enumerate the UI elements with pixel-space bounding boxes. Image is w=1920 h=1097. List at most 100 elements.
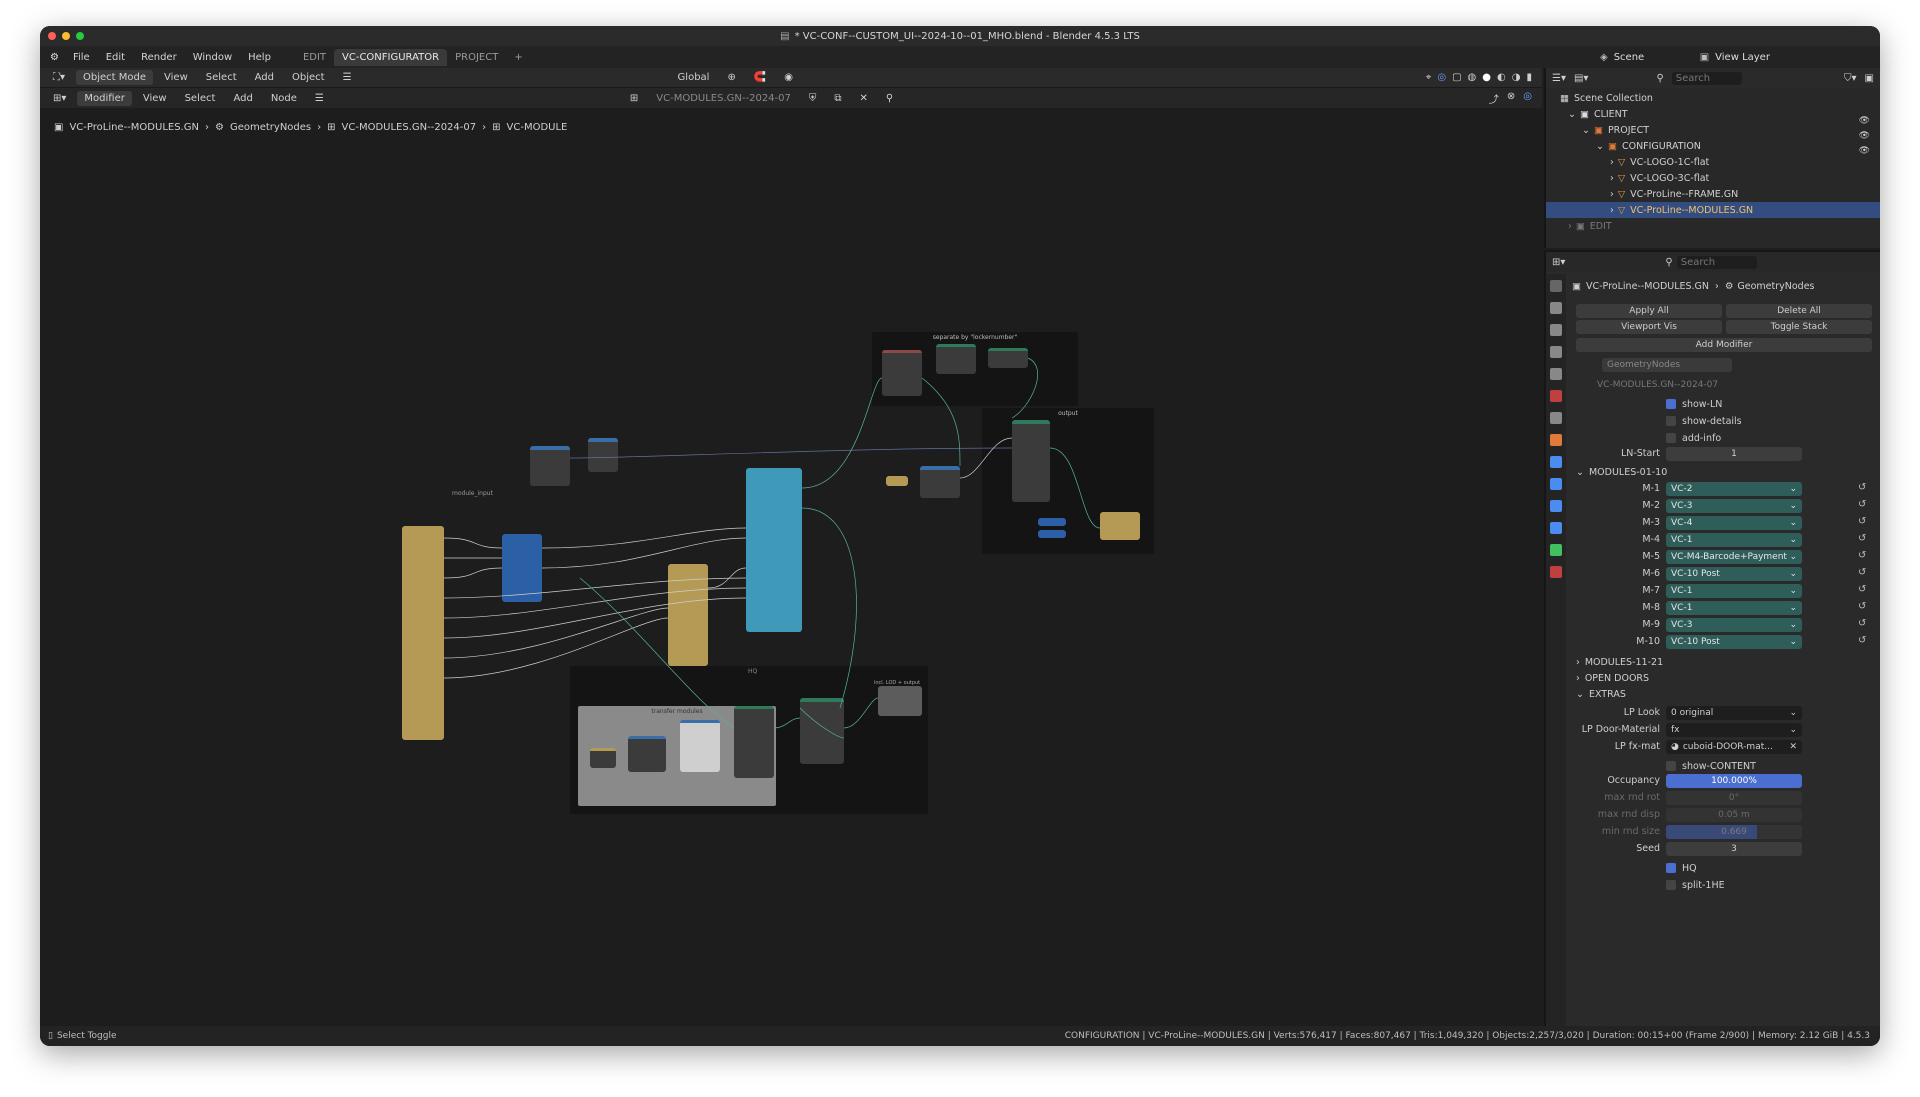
particles-tab-icon[interactable] (1550, 478, 1562, 490)
proportional-edit-icon[interactable]: ◉ (777, 70, 800, 85)
shading-material-icon[interactable]: ◐ (1497, 72, 1506, 83)
scene-selector[interactable]: Scene (1614, 52, 1684, 63)
material-tab-icon[interactable] (1550, 566, 1562, 578)
shading-render-icon[interactable]: ◑ (1512, 72, 1521, 83)
module-dropdown[interactable]: VC-10 Post ⌄ (1666, 567, 1802, 581)
outliner-item-client[interactable]: ⌄ ▣ CLIENT (1546, 106, 1880, 122)
add-modifier-button[interactable]: Add Modifier (1576, 338, 1872, 352)
checkbox-checked-icon[interactable] (1666, 863, 1676, 873)
nodegroup-icon[interactable]: ⊞ (623, 91, 645, 106)
parent-node-tree-icon[interactable]: ⤴ (1489, 91, 1499, 106)
module-dropdown[interactable]: VC-1 ⌄ (1666, 601, 1802, 615)
panel-modules-01-10[interactable]: ⌄ MODULES-01-10 (1576, 464, 1866, 480)
duplicate-icon[interactable]: ⧉ (827, 91, 848, 106)
outliner-item-frame-gn[interactable]: › ▽ VC-ProLine--FRAME.GN (1546, 186, 1880, 202)
checkbox-checked-icon[interactable] (1666, 399, 1676, 409)
visibility-eye-icon[interactable]: 👁 (1859, 146, 1870, 156)
view-layer-selector[interactable]: View Layer (1715, 52, 1770, 63)
delete-all-button[interactable]: Delete All (1726, 304, 1872, 318)
snap-icon[interactable]: 🧲 (747, 70, 773, 85)
reset-icon[interactable]: ↺ (1858, 584, 1866, 595)
display-mode-icon[interactable]: ▤▾ (1574, 73, 1588, 84)
module-dropdown[interactable]: VC-3 ⌄ (1666, 618, 1802, 632)
outliner-item-logo-1c[interactable]: › ▽ VC-LOGO-1C-flat (1546, 154, 1880, 170)
tab-edit[interactable]: EDIT (295, 49, 334, 66)
panel-extras[interactable]: ⌄ EXTRAS (1576, 686, 1866, 702)
tab-project[interactable]: PROJECT (447, 49, 506, 66)
add-info-checkbox[interactable]: add-info (1666, 430, 1866, 446)
add-workspace-button[interactable]: + (506, 49, 530, 66)
lp-fx-material-field[interactable]: ◕ cuboid-DOOR-mat... ✕ (1666, 740, 1802, 754)
checkbox-icon[interactable] (1666, 761, 1676, 771)
module-dropdown[interactable]: VC-1 ⌄ (1666, 533, 1802, 547)
reset-icon[interactable]: ↺ (1858, 499, 1866, 510)
node-editor-canvas[interactable]: ▣ VC-ProLine--MODULES.GN › ⚙ GeometryNod… (40, 108, 1542, 1034)
visibility-eye-icon[interactable]: 👁 (1859, 131, 1870, 141)
visibility-eye-icon[interactable]: 👁 (1859, 116, 1870, 126)
reset-icon[interactable]: ↺ (1858, 567, 1866, 578)
split-checkbox[interactable]: split-1HE (1666, 877, 1866, 893)
hamburger-icon[interactable]: ☰ (336, 70, 359, 85)
data-tab-icon[interactable] (1550, 544, 1562, 556)
pin-icon[interactable]: ⚲ (879, 91, 900, 106)
chevron-right-icon[interactable]: › (1576, 673, 1580, 684)
scene-icon[interactable]: ◈ (1600, 52, 1608, 63)
show-content-checkbox[interactable]: show-CONTENT (1666, 758, 1866, 774)
filter-icon[interactable]: ⛉▾ (1844, 73, 1857, 84)
panel-modules-11-21[interactable]: › MODULES-11-21 (1576, 654, 1866, 670)
outliner-item-project[interactable]: ⌄ ▣ PROJECT (1546, 122, 1880, 138)
reset-icon[interactable]: ↺ (1858, 635, 1866, 646)
menu-select-node[interactable]: Select (178, 91, 223, 106)
checkbox-icon[interactable] (1666, 880, 1676, 890)
pivot-icon[interactable]: ⊕ (720, 70, 742, 85)
outliner-item-edit[interactable]: › ▣ EDIT (1546, 218, 1880, 234)
outliner-search-input[interactable]: Search (1671, 71, 1742, 85)
close-icon[interactable]: ✕ (1789, 742, 1797, 752)
occupancy-slider[interactable]: 100.000% (1666, 774, 1802, 788)
node-editor-type-icon[interactable]: ⊞▾ (46, 91, 73, 106)
menu-object-3d[interactable]: Object (285, 70, 332, 85)
chevron-down-icon[interactable]: ⌄ (1576, 467, 1584, 478)
seed-field[interactable]: 3 (1666, 842, 1802, 856)
menu-view-3d[interactable]: View (157, 70, 195, 85)
panel-open-doors[interactable]: › OPEN DOORS (1576, 670, 1866, 686)
zoom-window-button[interactable] (76, 32, 84, 40)
editor-type-icon[interactable]: ⛶▾ (46, 70, 72, 85)
transform-orientation[interactable]: Global (671, 70, 717, 85)
menu-edit[interactable]: Edit (98, 52, 133, 63)
node-hamburger-icon[interactable]: ☰ (308, 91, 331, 106)
menu-window[interactable]: Window (185, 52, 240, 63)
module-dropdown[interactable]: VC-1 ⌄ (1666, 584, 1802, 598)
world-tab-icon[interactable] (1550, 390, 1562, 402)
module-dropdown[interactable]: VC-M4-Barcode+Payment ⌄ (1666, 550, 1802, 564)
snap-node-icon[interactable]: ⊗ (1507, 91, 1515, 106)
outliner-editor-icon[interactable]: ☰▾ (1552, 73, 1566, 84)
lp-door-dropdown[interactable]: fx ⌄ (1666, 723, 1802, 737)
viewport-vis-button[interactable]: Viewport Vis (1576, 320, 1722, 334)
scene-tab-icon[interactable] (1550, 368, 1562, 380)
menu-select-3d[interactable]: Select (199, 70, 244, 85)
menu-view-node[interactable]: View (136, 91, 174, 106)
new-collection-icon[interactable]: ▣ (1865, 73, 1874, 84)
chevron-down-icon[interactable]: ⌄ (1576, 689, 1584, 700)
overlay-node-icon[interactable]: ◎ (1523, 91, 1532, 106)
reset-icon[interactable]: ↺ (1858, 550, 1866, 561)
constraints-tab-icon[interactable] (1550, 522, 1562, 534)
lp-look-dropdown[interactable]: 0 original ⌄ (1666, 706, 1802, 720)
object-tab-icon[interactable] (1550, 434, 1562, 446)
nodegroup-selector[interactable]: VC-MODULES.GN--2024-07 (649, 91, 798, 106)
chevron-right-icon[interactable]: › (1576, 657, 1580, 668)
menu-node-node[interactable]: Node (264, 91, 304, 106)
fake-user-icon[interactable]: ⛨ (802, 91, 824, 106)
mode-selector[interactable]: Object Mode (76, 70, 154, 85)
reset-icon[interactable]: ↺ (1858, 618, 1866, 629)
view-layer-icon[interactable]: ▣ (1700, 52, 1709, 63)
blender-logo-icon[interactable]: ⚙ (40, 52, 65, 63)
reset-icon[interactable]: ↺ (1858, 533, 1866, 544)
chevron-down-icon[interactable]: ⌄ (1582, 125, 1590, 136)
menu-file[interactable]: File (65, 52, 98, 63)
chevron-down-icon[interactable]: ⌄ (1596, 141, 1604, 152)
node-editor-context[interactable]: Modifier (77, 90, 132, 106)
menu-add-3d[interactable]: Add (248, 70, 281, 85)
outliner-item-configuration[interactable]: ⌄ ▣ CONFIGURATION (1546, 138, 1880, 154)
